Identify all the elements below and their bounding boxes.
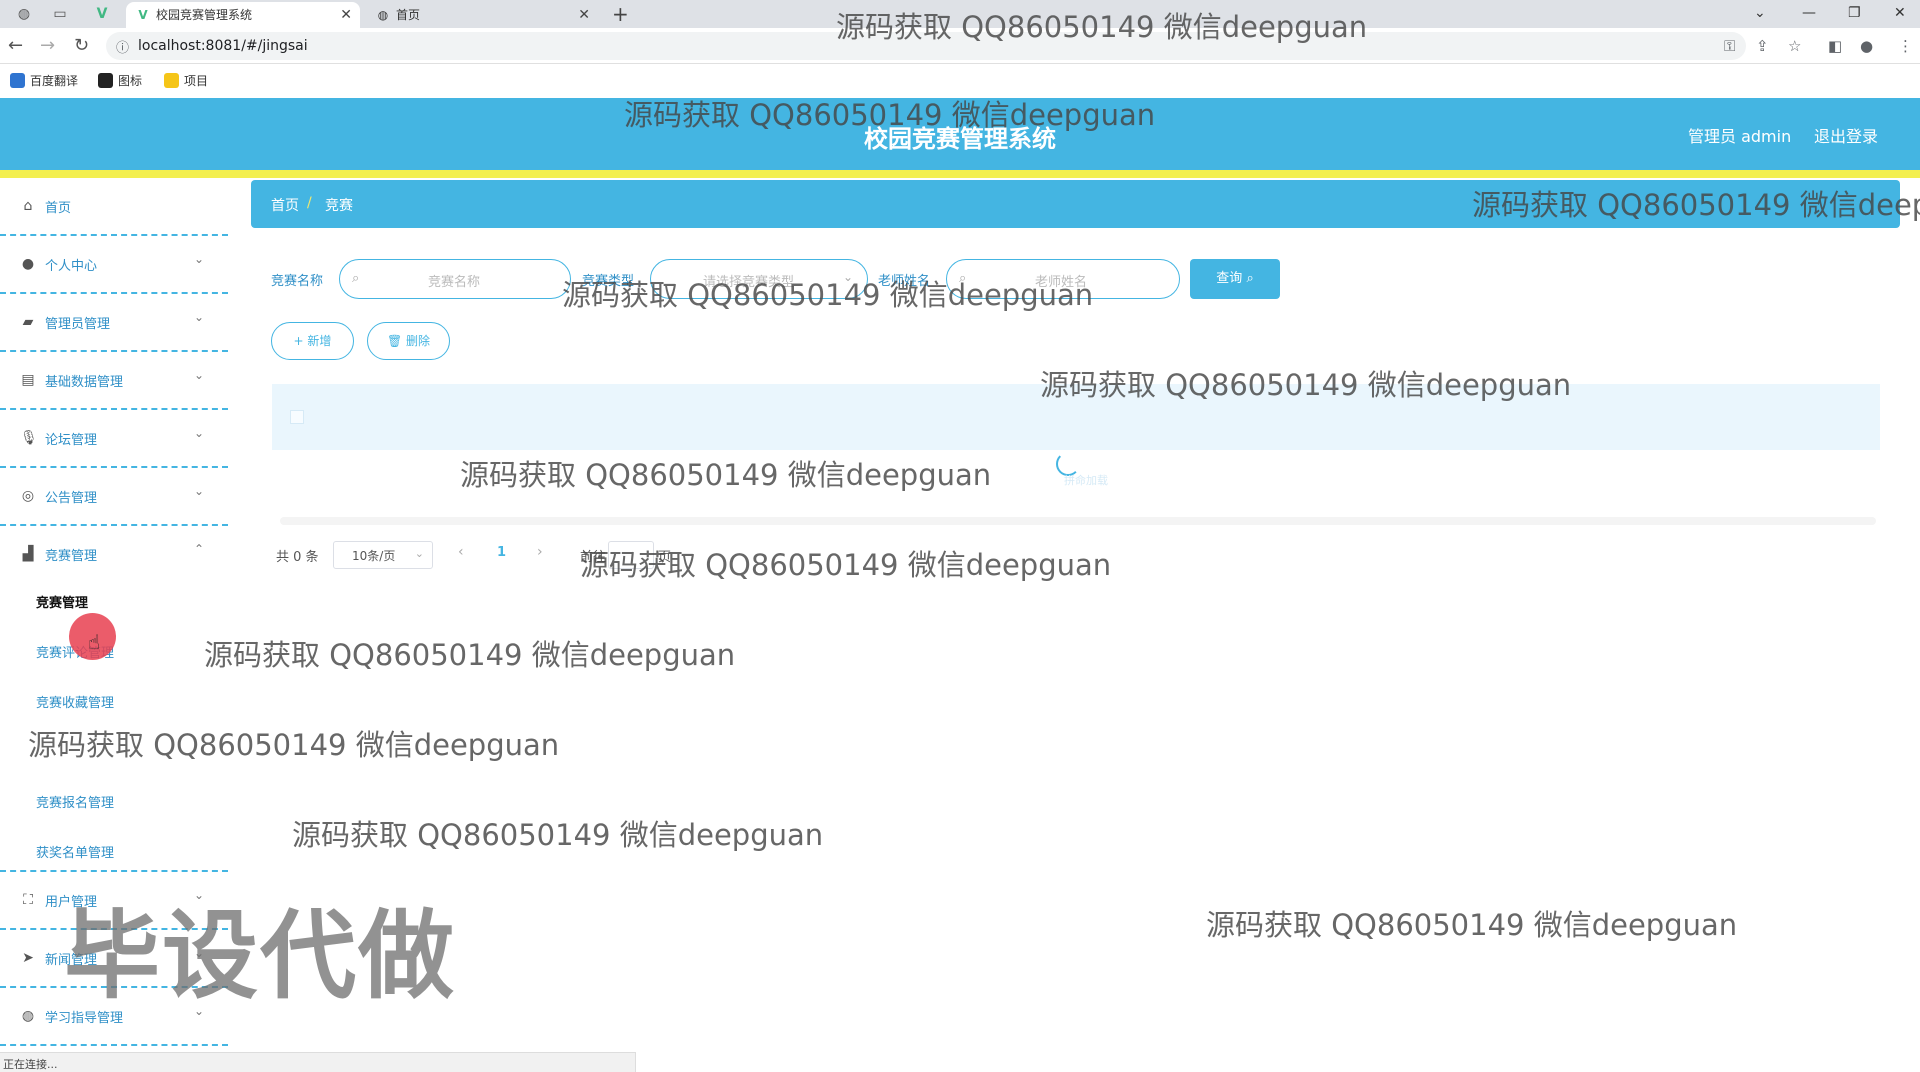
search-icon: ⌕ — [1246, 271, 1254, 286]
pagination-total: 共 0 条 — [276, 550, 319, 565]
logout-link[interactable]: 退出登录 — [1814, 123, 1878, 147]
name-filter-label: 竞赛名称 — [271, 274, 324, 289]
prev-page-icon[interactable]: ‹ — [458, 544, 464, 560]
mic-icon: 🎙 — [20, 430, 38, 446]
star-icon[interactable]: ☆ — [1788, 37, 1801, 55]
watermark-text: 源码获取 QQ86050149 微信deepguan — [1206, 908, 1738, 942]
restore-icon[interactable]: ❐ — [1848, 2, 1861, 24]
query-button[interactable]: 查询 ⌕ — [1190, 259, 1280, 299]
header-accent-strip — [0, 170, 1920, 178]
promo-stamp: 毕设代做 — [64, 900, 456, 1012]
submenu-competition[interactable]: 竞赛管理 — [36, 592, 88, 611]
trash-icon: 🗑 — [386, 334, 407, 348]
sidebar-item-basic-data[interactable]: ▤ 基础数据管理 ⌄ — [0, 352, 228, 410]
key-icon[interactable]: ⚿ — [1724, 37, 1735, 55]
submenu-competition-favorites[interactable]: 竞赛收藏管理 — [36, 692, 114, 711]
share-icon[interactable]: ⇪ — [1756, 37, 1769, 55]
chevron-down-icon: ⌄ — [194, 310, 205, 324]
user-icon: ● — [21, 256, 35, 272]
chevron-down-icon: ⌄ — [194, 368, 205, 382]
side-panel-icon[interactable]: ◧ — [1828, 37, 1842, 55]
bookmark-item[interactable]: 图标 — [98, 73, 142, 89]
watermark-text: 源码获取 QQ86050149 微信deepguan — [204, 638, 736, 672]
blank-tab-icon[interactable]: ▭ — [50, 4, 70, 24]
breadcrumb-current: 竞赛 — [325, 198, 353, 214]
select-all-checkbox[interactable] — [290, 410, 304, 424]
chevron-down-icon: ⌄ — [194, 426, 205, 440]
page-size-select[interactable]: 10条/页 ⌄ — [333, 541, 433, 569]
close-icon[interactable]: ✕ — [578, 2, 590, 28]
submenu-competition-signup[interactable]: 竞赛报名管理 — [36, 792, 114, 811]
folder-icon — [164, 73, 179, 88]
profile-icon[interactable]: ● — [1860, 37, 1873, 55]
close-icon[interactable]: ✕ — [340, 2, 352, 28]
globe-icon: ◍ — [21, 1008, 35, 1024]
sidebar-item-admins[interactable]: ▰ 管理员管理 ⌄ — [0, 294, 228, 352]
browser-tab[interactable]: ◍ 首页 ✕ — [366, 2, 598, 28]
people-icon: ▰ — [22, 314, 34, 330]
briefcase-icon: ▟ — [22, 546, 34, 562]
browser-status-bar: 正在连接... — [0, 1052, 636, 1072]
menu-dots-icon[interactable]: ⋮ — [1898, 37, 1913, 55]
reload-icon[interactable]: ↻ — [74, 35, 89, 57]
submenu-award-list[interactable]: 获奖名单管理 — [36, 842, 114, 861]
chevron-down-icon: ⌄ — [194, 484, 205, 498]
loading-text: 拼命加载 — [1064, 474, 1108, 487]
hand-cursor-icon: ☝ — [88, 630, 101, 654]
bookmark-item[interactable]: 项目 — [164, 73, 208, 89]
minimize-icon[interactable]: — — [1802, 2, 1816, 24]
forward-icon[interactable]: → — [40, 35, 55, 57]
tab-search-icon[interactable]: ⌄ — [1754, 2, 1766, 24]
browser-tab-active[interactable]: V 校园竞赛管理系统 ✕ — [126, 2, 360, 28]
watermark-text: 源码获取 QQ86050149 微信deepguan — [836, 10, 1368, 44]
status-text: 正在连接... — [3, 1058, 58, 1071]
breadcrumb-home[interactable]: 首页 — [271, 195, 299, 215]
vue-icon: V — [138, 8, 148, 22]
plus-icon: + — [293, 334, 308, 348]
translate-icon — [10, 73, 25, 88]
breadcrumb-separator: / — [307, 195, 312, 211]
sidebar-item-home[interactable]: ⌂ 首页 — [0, 178, 228, 236]
chevron-up-icon: ⌃ — [194, 542, 205, 556]
watermark-text: 源码获取 QQ86050149 微信deepguan — [1472, 188, 1920, 222]
watermark-text: 源码获取 QQ86050149 微信deepguan — [1040, 368, 1572, 402]
globe-icon[interactable]: ◍ — [14, 4, 34, 24]
bookmark-item[interactable]: 百度翻译 — [10, 73, 78, 89]
watermark-text: 源码获取 QQ86050149 微信deepguan — [562, 278, 1094, 312]
image-icon — [98, 73, 113, 88]
search-icon: ⌕ — [352, 271, 360, 286]
horizontal-scrollbar[interactable] — [280, 517, 1876, 525]
current-page-number[interactable]: 1 — [497, 545, 506, 560]
sidebar-item-profile[interactable]: ● 个人中心 ⌄ — [0, 236, 228, 294]
sidebar-item-forum[interactable]: 🎙 论坛管理 ⌄ — [0, 410, 228, 468]
admin-user-label: 管理员 admin — [1688, 127, 1792, 146]
window-close-icon[interactable]: ✕ — [1894, 2, 1906, 24]
watermark-text: 源码获取 QQ86050149 微信deepguan — [624, 98, 1156, 132]
chevron-down-icon: ⌄ — [194, 252, 205, 266]
list-icon: ▤ — [21, 372, 35, 388]
info-icon[interactable]: ⓘ — [116, 37, 129, 56]
tab-title: 首页 — [396, 8, 421, 22]
watermark-text: 源码获取 QQ86050149 微信deepguan — [460, 458, 992, 492]
watermark-text: 源码获取 QQ86050149 微信deepguan — [580, 548, 1112, 582]
sidebar-item-competition[interactable]: ▟ 竞赛管理 ⌃ 竞赛管理 竞赛评论管理 竞赛收藏管理 竞赛报名管理 获奖名单管… — [0, 526, 228, 872]
vue-icon[interactable]: V — [92, 4, 112, 24]
watermark-text: 源码获取 QQ86050149 微信deepguan — [292, 818, 824, 852]
next-page-icon[interactable]: › — [537, 544, 543, 560]
sidebar-item-notice[interactable]: ◎ 公告管理 ⌄ — [0, 468, 228, 526]
send-icon: ➤ — [22, 950, 34, 966]
back-icon[interactable]: ← — [8, 35, 23, 57]
delete-button[interactable]: 🗑 删除 — [367, 322, 450, 360]
watermark-text: 源码获取 QQ86050149 微信deepguan — [28, 728, 560, 762]
tab-title: 校园竞赛管理系统 — [156, 8, 253, 22]
add-button[interactable]: + 新增 — [271, 322, 354, 360]
chevron-down-icon: ⌄ — [414, 547, 424, 560]
competition-name-input[interactable]: ⌕ 竞赛名称 — [339, 259, 571, 299]
home-icon: ⌂ — [23, 198, 33, 214]
url-text: localhost:8081/#/jingsai — [138, 38, 308, 54]
new-tab-icon[interactable]: + — [612, 2, 629, 26]
fullscreen-icon: ⛶ — [23, 892, 33, 908]
compass-icon: ◎ — [21, 488, 35, 504]
globe-icon: ◍ — [377, 8, 389, 22]
